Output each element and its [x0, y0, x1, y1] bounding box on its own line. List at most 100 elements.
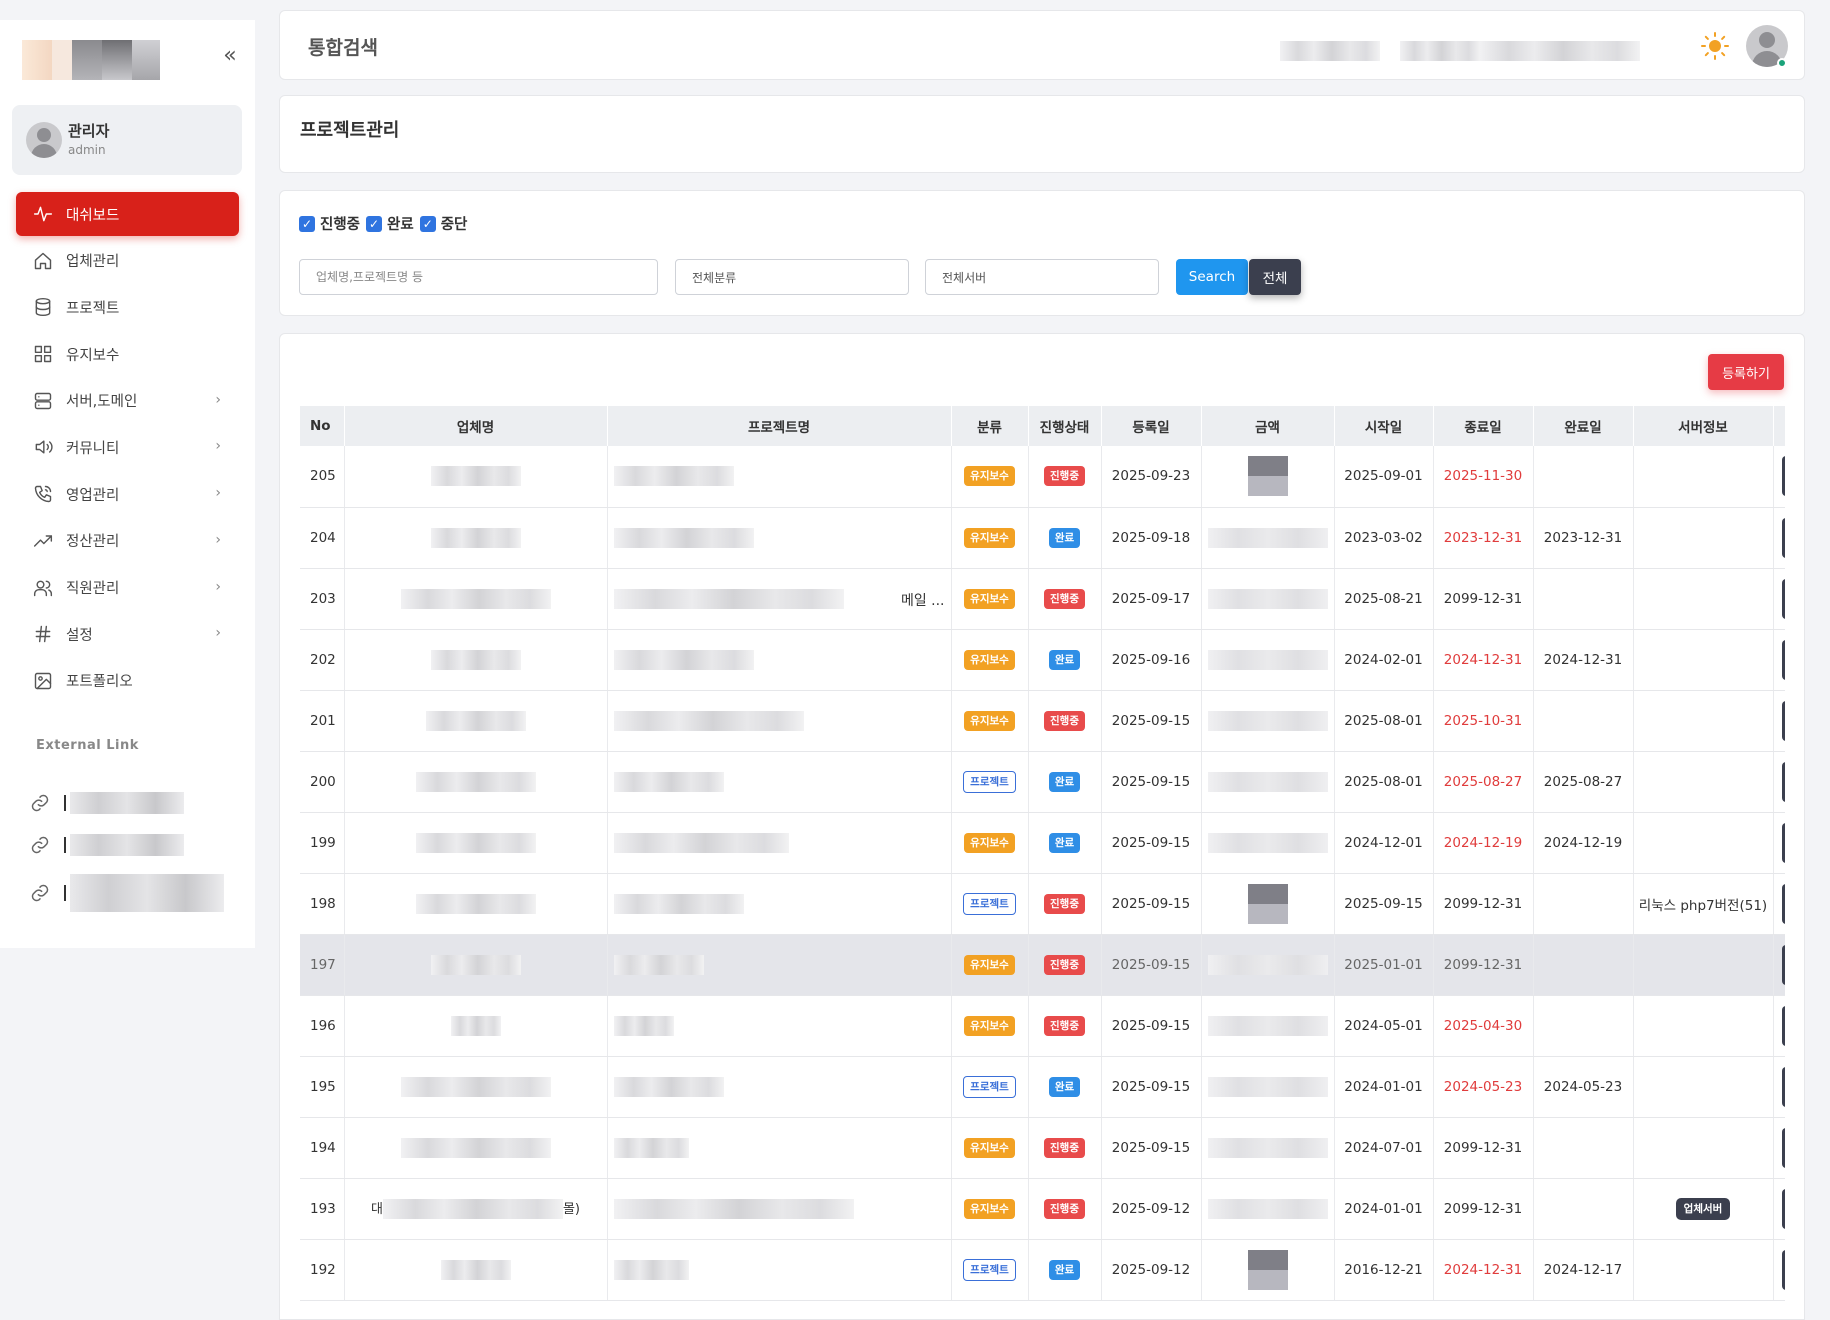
table-row[interactable]: 197 유지보수 진행중 2025-09-15 2025-01-01 2099-12-31 — [300, 934, 1785, 996]
column-header-4[interactable]: 분류 — [951, 406, 1029, 446]
edit-cell[interactable] — [1773, 446, 1785, 508]
edit-button[interactable] — [1781, 822, 1785, 863]
edit-cell[interactable] — [1773, 873, 1785, 935]
edit-cell[interactable] — [1773, 995, 1785, 1057]
edit-button[interactable] — [1781, 517, 1785, 558]
sidebar-item-5[interactable]: 서버,도메인 › — [16, 379, 239, 423]
project-cell[interactable] — [607, 1239, 952, 1301]
edit-cell[interactable] — [1773, 1117, 1785, 1179]
project-cell[interactable] — [607, 507, 952, 569]
sidebar-item-3[interactable]: 프로젝트 — [16, 285, 239, 329]
sidebar-collapse-icon[interactable]: « — [218, 45, 242, 69]
project-cell[interactable] — [607, 446, 952, 508]
edit-cell[interactable] — [1773, 751, 1785, 813]
company-cell[interactable] — [344, 995, 608, 1057]
edit-button[interactable] — [1781, 639, 1785, 680]
sidebar-item-7[interactable]: 영업관리 › — [16, 472, 239, 516]
check-icon[interactable]: ✓ — [299, 215, 315, 232]
edit-cell[interactable] — [1773, 1056, 1785, 1118]
status-checkbox-2[interactable]: ✓ 완료 — [366, 213, 414, 234]
edit-button[interactable] — [1781, 1188, 1785, 1229]
edit-cell[interactable] — [1773, 507, 1785, 569]
column-header-12[interactable]: 수 — [1773, 406, 1785, 446]
brand-logo[interactable] — [22, 40, 160, 80]
column-header-7[interactable]: 금액 — [1201, 406, 1335, 446]
table-row[interactable]: 194 유지보수 진행중 2025-09-15 2024-07-01 2099-12-31 — [300, 1117, 1785, 1179]
check-icon[interactable]: ✓ — [366, 215, 383, 232]
table-row[interactable]: 196 유지보수 진행중 2025-09-15 2024-05-01 2025-04-30 — [300, 995, 1785, 1057]
edit-cell[interactable] — [1773, 629, 1785, 691]
status-checkbox-3[interactable]: ✓ 중단 — [419, 213, 467, 234]
edit-button[interactable] — [1781, 456, 1785, 497]
table-row[interactable]: 195 프로젝트 완료 2025-09-15 2024-01-01 2024-05-23 2… — [300, 1056, 1785, 1118]
category-select[interactable]: 전체분류 — [675, 259, 909, 295]
project-cell[interactable] — [607, 995, 952, 1057]
edit-button[interactable] — [1781, 700, 1785, 741]
edit-cell[interactable] — [1773, 934, 1785, 996]
project-table-scroll[interactable]: No업체명프로젝트명분류진행상태등록일금액시작일종료일완료일서버정보수 205 유… — [300, 406, 1785, 1319]
project-cell[interactable] — [607, 1056, 952, 1118]
column-header-9[interactable]: 종료일 — [1433, 406, 1534, 446]
project-cell[interactable] — [607, 1117, 952, 1179]
edit-button[interactable] — [1781, 1005, 1785, 1046]
sidebar-item-2[interactable]: 업체관리 — [16, 239, 239, 283]
column-header-10[interactable]: 완료일 — [1533, 406, 1634, 446]
edit-cell[interactable] — [1773, 1239, 1785, 1301]
edit-cell[interactable] — [1773, 690, 1785, 752]
column-header-1[interactable]: No — [300, 406, 345, 446]
column-header-8[interactable]: 시작일 — [1334, 406, 1434, 446]
sun-icon[interactable] — [1700, 31, 1730, 61]
edit-cell[interactable] — [1773, 568, 1785, 630]
project-cell[interactable] — [607, 751, 952, 813]
company-cell[interactable] — [344, 507, 608, 569]
company-cell[interactable] — [344, 812, 608, 874]
register-button[interactable]: 등록하기 — [1708, 354, 1784, 390]
company-cell[interactable] — [344, 568, 608, 630]
project-cell[interactable] — [607, 812, 952, 874]
company-cell[interactable]: 대 몰) — [344, 1178, 608, 1240]
check-icon[interactable]: ✓ — [419, 215, 436, 232]
company-cell[interactable] — [344, 873, 608, 935]
top-link-2[interactable] — [1400, 41, 1480, 61]
global-search-title[interactable]: 통합검색 — [308, 33, 378, 60]
sidebar-item-10[interactable]: 설정 › — [16, 612, 239, 656]
company-cell[interactable] — [344, 1056, 608, 1118]
edit-button[interactable] — [1781, 944, 1785, 985]
sidebar-item-4[interactable]: 유지보수 — [16, 332, 239, 376]
table-row[interactable]: 204 유지보수 완료 2025-09-18 2023-03-02 2023-12-31 2… — [300, 507, 1785, 569]
column-header-5[interactable]: 진행상태 — [1028, 406, 1102, 446]
table-row[interactable]: 205 유지보수 진행중 2025-09-23 2025-09-01 2025-11-30 — [300, 446, 1785, 508]
company-cell[interactable] — [344, 1117, 608, 1179]
project-cell[interactable] — [607, 690, 952, 752]
table-row[interactable]: 200 프로젝트 완료 2025-09-15 2025-08-01 2025-08-27 2… — [300, 751, 1785, 813]
table-row[interactable]: 199 유지보수 완료 2025-09-15 2024-12-01 2024-12-19 2… — [300, 812, 1785, 874]
external-link-1[interactable] — [30, 788, 184, 818]
project-cell[interactable]: 메일 ... — [607, 568, 952, 630]
edit-cell[interactable] — [1773, 1178, 1785, 1240]
table-row[interactable]: 193 대 몰) 유지보수 진행중 2025-09-12 2024-01-01 2099-12… — [300, 1178, 1785, 1240]
show-all-button[interactable]: 전체 — [1249, 259, 1301, 295]
company-cell[interactable] — [344, 934, 608, 996]
sidebar-item-6[interactable]: 커뮤니티 › — [16, 425, 239, 469]
company-cell[interactable] — [344, 446, 608, 508]
external-link-2[interactable] — [30, 830, 184, 860]
column-header-2[interactable]: 업체명 — [344, 406, 608, 446]
company-cell[interactable] — [344, 1239, 608, 1301]
edit-button[interactable] — [1781, 1127, 1785, 1168]
column-header-6[interactable]: 등록일 — [1101, 406, 1202, 446]
search-button[interactable]: Search — [1176, 259, 1248, 295]
status-checkbox-1[interactable]: ✓ 진행중 — [299, 213, 360, 234]
table-row[interactable]: 198 프로젝트 진행중 2025-09-15 2025-09-15 2099-12-31… — [300, 873, 1785, 935]
server-select[interactable]: 전체서버 — [925, 259, 1159, 295]
external-link-3[interactable] — [30, 874, 224, 912]
edit-cell[interactable] — [1773, 812, 1785, 874]
table-row[interactable]: 202 유지보수 완료 2025-09-16 2024-02-01 2024-12-31 2… — [300, 629, 1785, 691]
sidebar-item-9[interactable]: 직원관리 › — [16, 566, 239, 610]
edit-button[interactable] — [1781, 761, 1785, 802]
project-cell[interactable] — [607, 1178, 952, 1240]
column-header-3[interactable]: 프로젝트명 — [607, 406, 952, 446]
sidebar-item-11[interactable]: 포트폴리오 — [16, 659, 239, 703]
sidebar-item-1[interactable]: 대쉬보드 — [16, 192, 239, 236]
top-link-3[interactable] — [1480, 41, 1640, 61]
project-cell[interactable] — [607, 934, 952, 996]
